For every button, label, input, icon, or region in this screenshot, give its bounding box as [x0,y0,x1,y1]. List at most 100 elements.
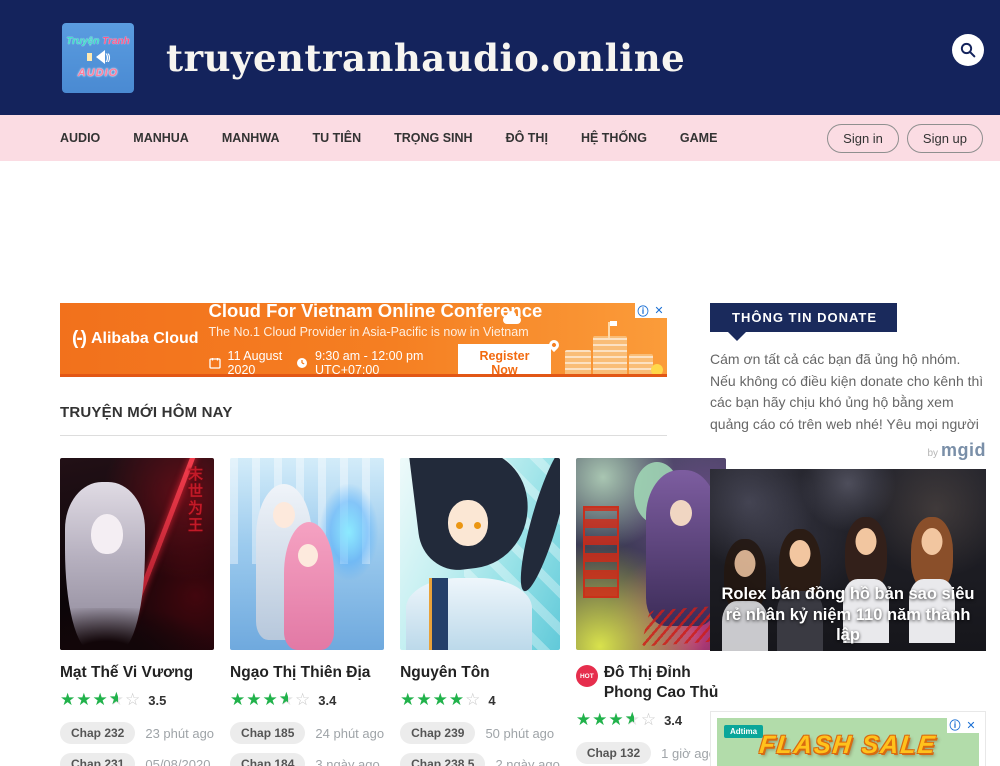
site-title[interactable]: truyentranhaudio.online [166,36,685,80]
nav-item-manhwa[interactable]: MANHWA [222,131,280,145]
flash-sale-ad[interactable]: ⓘ ✕ Adtima FLASH SALE XEM NGAY [710,711,986,766]
calendar-icon [209,357,221,369]
chapter-time: 05/08/2020 [145,757,210,766]
chapter-row: Chap 239 50 phút ago [400,722,560,744]
flash-sale-ad-inner: ⓘ ✕ Adtima FLASH SALE XEM NGAY [717,718,979,766]
ad-close-icon[interactable]: ✕ [963,718,979,733]
ad-title: Cloud For Vietnam Online Conference [209,303,551,322]
hot-badge: HOT [576,665,598,687]
donate-heading: THÔNG TIN DONATE [710,303,897,332]
main-column: ⓘ ✕ (-) Alibaba Cloud Cloud For Vietnam … [60,303,667,766]
register-now-button[interactable]: Register Now [458,344,551,378]
nav-item-do-thi[interactable]: ĐÔ THỊ [506,131,548,145]
native-ad[interactable]: Rolex bán đồng hồ bản sao siêu rẻ nhân k… [710,469,986,651]
alibaba-cloud-logo: (-) Alibaba Cloud [60,328,209,350]
nav-item-manhua[interactable]: MANHUA [133,131,189,145]
cover-art-shape [583,506,619,598]
star-icon: ★ [60,690,76,709]
comic-title[interactable]: Đô Thị Đỉnh Phong Cao Thủ [604,663,726,703]
nav-item-audio[interactable]: AUDIO [60,131,100,145]
star-rating-icons: ★★★★☆ [230,691,311,710]
chapter-time: 24 phút ago [315,726,384,741]
ad-event-info: 11 August 2020 9:30 am - 12:00 pm UTC+07… [209,344,551,378]
rating-row: ★★★★☆ 3.4 [230,691,384,710]
clock-icon [296,357,308,369]
ad-controls: ⓘ ✕ [635,303,667,318]
figure-face [855,528,876,555]
comic-title[interactable]: Ngạo Thị Thiên Địa [230,663,384,683]
star-rating-icons: ★★★★☆ [576,711,657,730]
figure-face [922,528,943,555]
alibaba-ad-banner[interactable]: ⓘ ✕ (-) Alibaba Cloud Cloud For Vietnam … [60,303,667,377]
star-icon: ★ [279,690,295,709]
nav-item-game[interactable]: GAME [680,131,718,145]
star-icon: ★ [400,690,416,709]
star-icon: ★ [608,710,624,729]
chapter-chip[interactable]: Chap 231 [60,753,135,766]
speaker-waves: )) [106,52,110,62]
star-icon: ★ [592,710,608,729]
chapter-time: 1 giờ ago [661,746,716,761]
chapter-row: Chap 184 3 ngày ago [230,753,384,766]
cover-art-shape [60,608,214,650]
comic-cover[interactable]: 末世为王 [60,458,214,650]
star-icon: ☆ [465,690,481,709]
donate-text: Cám ơn tất cả các bạn đã ủng hộ nhóm. Nế… [710,349,986,436]
chapter-chip[interactable]: Chap 184 [230,753,305,766]
chapter-time: 2 ngày ago [495,757,559,766]
nav-item-trong-sinh[interactable]: TRỌNG SINH [394,131,472,145]
cover-art-shape [406,578,532,650]
rating-value: 3.5 [148,693,166,708]
building-shape [565,350,591,376]
rating-value: 4 [488,693,495,708]
chapter-chip[interactable]: Chap 239 [400,722,475,744]
chapter-chip[interactable]: Chap 238.5 [400,753,485,766]
star-rating-icons: ★★★★☆ [60,691,141,710]
comic-cover[interactable] [230,458,384,650]
cover-art-shape [448,500,488,546]
chapter-row: Chap 132 1 giờ ago [576,742,726,764]
star-icon: ★ [230,690,246,709]
figure-face [789,540,810,567]
adchoices-info-icon[interactable]: ⓘ [635,303,651,318]
ad-close-icon[interactable]: ✕ [651,303,667,318]
search-button[interactable] [952,34,984,66]
comic-card: Nguyên Tôn ★★★★☆ 4 Chap 239 50 phút ago … [400,458,560,766]
comic-title-row: HOT Đô Thị Đỉnh Phong Cao Thủ [576,663,726,703]
chapter-chip[interactable]: Chap 132 [576,742,651,764]
sign-in-button[interactable]: Sign in [827,124,899,153]
auth-buttons: Sign in Sign up [827,124,983,153]
page: Truyện Tranh )) AUDIO truyentranhaudio.o… [0,0,1000,766]
site-logo[interactable]: Truyện Tranh )) AUDIO [62,23,134,93]
cover-art-shape [91,514,123,554]
star-icon: ☆ [641,710,657,729]
cover-art-shape [298,544,318,567]
comic-cover[interactable] [400,458,560,650]
section-title: TRUYỆN MỚI HÔM NAY [60,404,667,421]
chapter-chip[interactable]: Chap 185 [230,722,305,744]
adchoices-info-icon[interactable]: ⓘ [947,718,963,733]
comic-card: Ngạo Thị Thiên Địa ★★★★☆ 3.4 Chap 185 24… [230,458,384,766]
sign-up-button[interactable]: Sign up [907,124,983,153]
alibaba-brand-text: Alibaba Cloud [91,330,199,348]
comic-title[interactable]: Nguyên Tôn [400,663,560,683]
chapter-time: 3 ngày ago [315,757,379,766]
chapter-chip[interactable]: Chap 232 [60,722,135,744]
ad-text-block: Cloud For Vietnam Online Conference The … [209,303,551,377]
chapter-time: 23 phút ago [145,726,214,741]
mgid-by-label: by [927,448,938,459]
mgid-attribution[interactable]: bymgidˇ [710,440,986,461]
chapter-row: Chap 232 23 phút ago [60,722,214,744]
comic-cover[interactable] [576,458,726,650]
star-icon: ★ [625,710,641,729]
chapter-row: Chap 238.5 2 ngày ago [400,753,560,766]
rating-row: ★★★★☆ 3.5 [60,691,214,710]
building-shape [593,336,627,376]
comic-title[interactable]: Mạt Thế Vi Vương [60,663,214,683]
chapter-row: Chap 231 05/08/2020 [60,753,214,766]
mgid-tick-icon: ˇ [988,0,992,8]
star-icon: ★ [433,690,449,709]
nav-item-tu-tien[interactable]: TU TIÊN [312,131,361,145]
cover-art-shape [284,522,334,650]
nav-item-he-thong[interactable]: HỆ THỐNG [581,131,647,145]
